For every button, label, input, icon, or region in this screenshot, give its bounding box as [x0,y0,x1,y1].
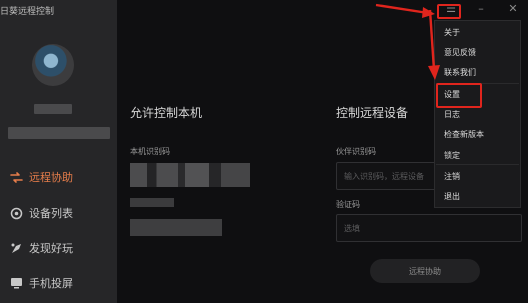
menu-item-exit[interactable]: 退出 [444,191,460,202]
blurred-user-info [8,127,110,139]
blurred-local-code [130,219,222,236]
menu-item-check-update[interactable]: 检查新版本 [444,129,484,140]
menu-item-log[interactable]: 日志 [444,109,460,120]
verification-code-label: 验证码 [336,200,360,209]
screen-cast-icon [9,276,23,290]
sidebar: 日葵远程控制 远程协助 设备列表 发现好玩 手机投屏 [0,0,117,303]
menu-item-feedback[interactable]: 意见反馈 [444,47,476,58]
sidebar-item-device-list[interactable]: 设备列表 [0,201,117,225]
sidebar-item-label: 发现好玩 [29,242,73,255]
sidebar-item-remote-assist[interactable]: 远程协助 [0,165,117,189]
blurred-local-code-label [130,198,174,207]
menu-item-contact[interactable]: 联系我们 [444,67,476,78]
menu-item-about[interactable]: 关于 [444,27,460,38]
close-button[interactable]: ✕ [506,2,520,15]
remote-assist-button[interactable]: 远程协助 [370,259,480,283]
sidebar-item-label: 远程协助 [29,171,73,184]
sidebar-item-discover[interactable]: 发现好玩 [0,236,117,260]
app-title: 日葵远程控制 [0,7,55,17]
menu-divider [436,164,519,165]
menu-item-lock[interactable]: 锁定 [444,150,460,161]
partner-id-label: 伙伴识别码 [336,147,376,156]
partner-id-input[interactable]: 输入识别码，远程设备 [336,162,450,190]
avatar[interactable] [32,44,74,86]
annotation-arrow-down [428,9,440,80]
blurred-username [34,104,72,114]
local-section-title: 允许控制本机 [130,106,203,120]
blurred-local-id [130,163,250,187]
discover-icon [9,241,23,255]
menu-item-logout[interactable]: 注销 [444,171,460,182]
local-id-label: 本机识别码 [130,147,170,156]
remote-section-title: 控制远程设备 [336,106,409,120]
remote-assist-icon [9,170,23,184]
verification-code-input[interactable]: 选填 [336,214,522,242]
minimize-button[interactable]: – [474,2,488,15]
settings-dropdown-menu: 关于 意见反馈 联系我们 设置 日志 检查新版本 锁定 注销 退出 [434,20,521,208]
sidebar-item-screen-cast[interactable]: 手机投屏 [0,271,117,295]
sidebar-item-label: 设备列表 [29,207,73,220]
device-list-icon [9,206,23,220]
settings-item-highlight [436,83,482,108]
sidebar-item-label: 手机投屏 [29,277,73,290]
